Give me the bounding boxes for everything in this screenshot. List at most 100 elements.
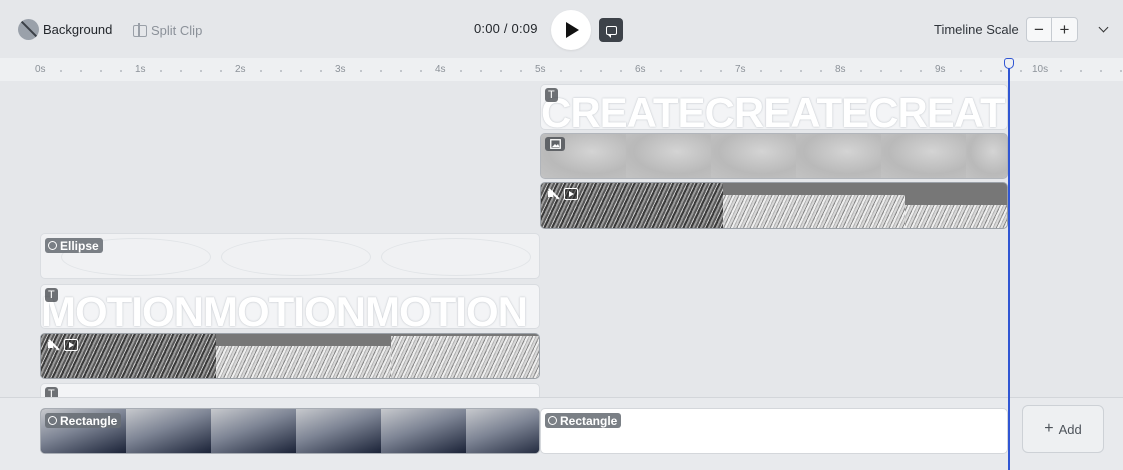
image-frame xyxy=(626,134,711,178)
play-icon xyxy=(566,22,579,38)
ruler-subtick xyxy=(700,70,702,72)
playhead-line[interactable] xyxy=(1008,66,1010,470)
ruler-tick: 3s xyxy=(335,64,346,75)
ruler-subtick xyxy=(600,70,602,72)
text-type-icon: T xyxy=(45,288,58,302)
video-clip-icons xyxy=(547,188,578,200)
ruler-tick: 2s xyxy=(235,64,246,75)
mute-icon[interactable] xyxy=(547,188,561,200)
ruler-subtick xyxy=(400,70,402,72)
plus-icon: + xyxy=(1044,420,1054,437)
ruler-subtick xyxy=(120,70,122,72)
rectangle-label-text: Rectangle xyxy=(60,413,118,428)
shape-icon xyxy=(548,416,557,425)
ellipse-frame xyxy=(221,238,371,276)
ruler-subtick xyxy=(200,70,202,72)
ruler-subtick xyxy=(780,70,782,72)
background-label: Background xyxy=(43,22,113,37)
ruler-subtick xyxy=(880,70,882,72)
text-type-icon: T xyxy=(545,88,558,102)
ruler-subtick xyxy=(160,70,162,72)
video-icon xyxy=(64,339,78,351)
ruler-tick: 8s xyxy=(835,64,846,75)
scale-plus-button[interactable]: + xyxy=(1052,18,1077,41)
ruler-subtick xyxy=(1080,70,1082,72)
rectangle-frame xyxy=(381,409,466,453)
playhead-handle[interactable] xyxy=(1004,58,1014,69)
expand-menu-button[interactable] xyxy=(1097,22,1109,35)
ruler-subtick xyxy=(1100,70,1102,72)
rectangle-clip-1[interactable]: Rectangle xyxy=(40,408,540,454)
ruler-subtick xyxy=(900,70,902,72)
video-frame xyxy=(216,346,391,378)
ruler-subtick xyxy=(520,70,522,72)
add-clip-button[interactable]: + Add xyxy=(1022,405,1104,453)
timeline-scale-control: − + xyxy=(1026,17,1078,42)
timeline-ruler[interactable]: 0s 1s 2s 3s 4s 5s 6s 7s 8s 9s 10s xyxy=(0,58,1123,81)
play-button[interactable] xyxy=(551,10,591,50)
ruler-tick: 5s xyxy=(535,64,546,75)
ruler-tick: 6s xyxy=(635,64,646,75)
ruler-subtick xyxy=(60,70,62,72)
ruler-subtick xyxy=(320,70,322,72)
ruler-subtick xyxy=(680,70,682,72)
ruler-subtick xyxy=(720,70,722,72)
ruler-subtick xyxy=(380,70,382,72)
ruler-subtick xyxy=(1000,70,1002,72)
toolbar: Background Split Clip 0:00 / 0:09 Timeli… xyxy=(0,0,1123,58)
ruler-subtick xyxy=(760,70,762,72)
image-icon xyxy=(545,137,565,151)
ellipse-frame xyxy=(381,238,531,276)
mute-icon[interactable] xyxy=(47,339,61,351)
rectangle-frame xyxy=(126,409,211,453)
clip-preview-text: CREATECREATECREAT xyxy=(541,89,1006,130)
split-icon xyxy=(132,23,147,37)
ruler-tick: 10s xyxy=(1032,64,1049,75)
video-clip-icons xyxy=(47,339,78,351)
ruler-subtick xyxy=(220,70,222,72)
image-frame xyxy=(796,134,881,178)
split-clip-button[interactable]: Split Clip xyxy=(132,20,202,40)
rectangle-frame xyxy=(211,409,296,453)
image-frame xyxy=(881,134,966,178)
text-clip-motion[interactable]: MOTIONMOTIONMOTION T xyxy=(40,284,540,329)
rectangle-clip-2[interactable]: Rectangle xyxy=(540,408,1008,454)
loop-button[interactable] xyxy=(599,18,623,42)
time-display: 0:00 / 0:09 xyxy=(474,21,538,36)
scale-minus-button[interactable]: − xyxy=(1027,18,1052,41)
rectangle-frame xyxy=(466,409,539,453)
ruler-subtick xyxy=(1120,70,1122,72)
background-swatch-icon xyxy=(18,19,39,40)
image-frame xyxy=(711,134,796,178)
ruler-subtick xyxy=(100,70,102,72)
ruler-subtick xyxy=(420,70,422,72)
ruler-subtick xyxy=(500,70,502,72)
rectangle-label-text: Rectangle xyxy=(560,413,618,428)
ruler-subtick xyxy=(580,70,582,72)
ruler-subtick xyxy=(560,70,562,72)
video-frame xyxy=(905,205,1007,228)
ruler-subtick xyxy=(460,70,462,72)
ellipse-clip[interactable]: Ellipse xyxy=(40,233,540,279)
loop-icon xyxy=(605,25,617,38)
ruler-subtick xyxy=(960,70,962,72)
video-clip-1[interactable] xyxy=(540,182,1008,229)
shape-icon xyxy=(48,416,57,425)
video-clip-2[interactable] xyxy=(40,333,540,379)
text-clip-create[interactable]: CREATECREATECREAT T xyxy=(540,84,1008,130)
ruler-subtick xyxy=(860,70,862,72)
image-clip[interactable] xyxy=(540,133,1008,179)
chevron-down-icon xyxy=(1098,22,1108,32)
ruler-tick: 9s xyxy=(935,64,946,75)
ellipse-label-text: Ellipse xyxy=(60,238,99,253)
ruler-subtick xyxy=(920,70,922,72)
ruler-tick: 4s xyxy=(435,64,446,75)
clip-preview-text: MOTIONMOTIONMOTION xyxy=(41,288,528,329)
rectangle-frame xyxy=(296,409,381,453)
ruler-subtick xyxy=(1060,70,1062,72)
shape-icon xyxy=(48,241,57,250)
ruler-tick: 1s xyxy=(135,64,146,75)
split-clip-label: Split Clip xyxy=(151,22,203,38)
ruler-subtick xyxy=(280,70,282,72)
background-button[interactable]: Background xyxy=(18,19,112,40)
